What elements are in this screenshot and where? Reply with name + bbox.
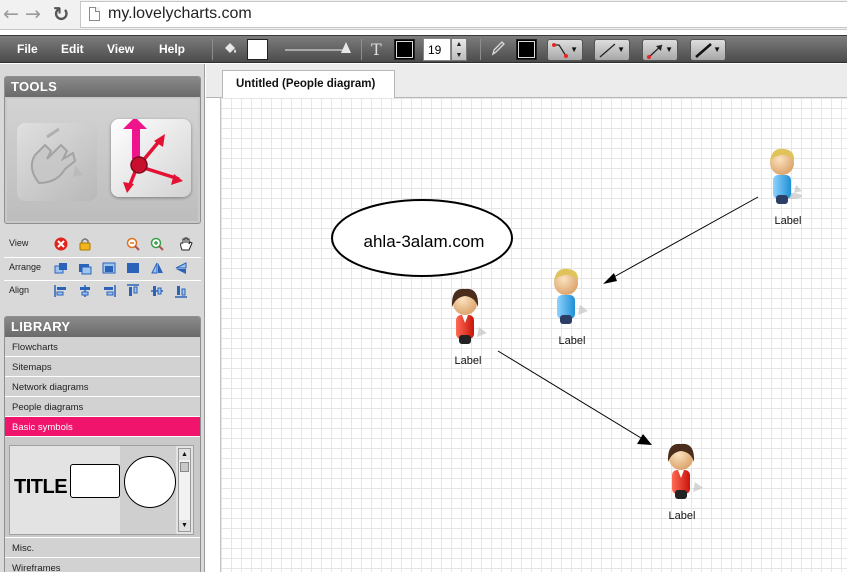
menu-edit[interactable]: Edit [61, 42, 84, 56]
library-preview: TITLE ▲ ▼ [9, 445, 194, 535]
library-panel: LIBRARY Flowcharts Sitemaps Network diag… [4, 316, 201, 572]
send-to-back-icon[interactable] [126, 261, 140, 275]
view-row: View [4, 234, 201, 256]
person-label[interactable]: Label [542, 335, 602, 347]
library-item-network-diagrams[interactable]: Network diagrams [5, 377, 200, 397]
chevron-down-icon: ▼ [713, 45, 721, 54]
person-label[interactable]: Label [652, 510, 712, 522]
bring-forward-icon[interactable] [54, 261, 68, 275]
font-size-stepper[interactable]: ▲ ▼ [451, 38, 467, 61]
person-female-icon[interactable] [667, 443, 703, 499]
circle-shape[interactable] [124, 456, 176, 508]
scroll-up-icon[interactable]: ▲ [179, 449, 190, 460]
menu-help[interactable]: Help [159, 42, 185, 56]
align-left-icon[interactable] [54, 284, 68, 298]
send-backward-icon[interactable] [102, 261, 116, 275]
align-right-icon[interactable] [102, 284, 116, 298]
fill-color-swatch[interactable] [247, 39, 268, 60]
tools-panel: TOOLS [4, 76, 201, 224]
move-tool[interactable] [111, 117, 191, 197]
title-shape[interactable]: TITLE [14, 476, 68, 499]
align-bottom-icon[interactable] [174, 284, 188, 298]
line-weight-icon [695, 43, 712, 58]
text-icon: T [371, 40, 382, 59]
flip-horizontal-icon[interactable] [174, 261, 188, 275]
page-icon [89, 7, 100, 21]
flip-vertical-icon[interactable] [150, 261, 164, 275]
chevron-down-icon: ▼ [665, 45, 673, 54]
connector-arrow[interactable] [603, 196, 759, 284]
app-toolbar: File Edit View Help T 19 ▲ ▼ ▼ ▼ ▼ ▼ [0, 35, 847, 63]
rectangle-shape[interactable] [70, 464, 120, 498]
diagram-canvas[interactable]: ahla-3alam.com Label Label Label Label [220, 98, 847, 572]
library-item-sitemaps[interactable]: Sitemaps [5, 357, 200, 377]
person-label[interactable]: Label [438, 355, 498, 367]
library-item-flowcharts[interactable]: Flowcharts [5, 337, 200, 357]
tab-document[interactable]: Untitled (People diagram) [222, 70, 395, 98]
scroll-down-icon[interactable]: ▼ [179, 520, 190, 531]
toolbar-separator [480, 39, 481, 60]
move-arrows-icon [123, 117, 183, 193]
library-item-wireframes[interactable]: Wireframes [5, 557, 200, 572]
view-row-label: View [9, 238, 29, 248]
line-width-slider[interactable] [285, 49, 347, 51]
align-row: Align [4, 281, 201, 303]
text-color-swatch[interactable] [394, 39, 415, 60]
diagram-svg [331, 148, 802, 499]
zoom-in-icon[interactable] [150, 237, 164, 251]
slider-thumb[interactable] [341, 42, 351, 53]
library-header: LIBRARY [5, 317, 200, 337]
hand-icon [30, 127, 83, 185]
chevron-down-icon: ▼ [570, 45, 578, 54]
pencil-icon [491, 40, 505, 60]
paint-bucket-icon[interactable] [222, 40, 238, 60]
arrange-row: Arrange [4, 258, 201, 280]
toolbar-separator [212, 39, 213, 60]
chevron-down-icon: ▼ [617, 45, 625, 54]
back-arrow-icon[interactable]: ← [0, 3, 22, 25]
zoom-out-icon[interactable] [126, 237, 140, 251]
tools-art [7, 99, 198, 221]
align-row-label: Align [9, 285, 30, 295]
reload-icon[interactable]: ↻ [50, 3, 72, 25]
bring-to-front-icon[interactable] [78, 261, 92, 275]
library-item-misc[interactable]: Misc. [5, 537, 200, 557]
arrow-head-button[interactable]: ▼ [642, 39, 678, 61]
url-text: my.lovelycharts.com [108, 5, 252, 22]
forward-arrow-icon[interactable]: → [22, 3, 44, 25]
line-color-swatch[interactable] [516, 39, 537, 60]
library-scrollbar[interactable]: ▲ ▼ [178, 448, 191, 532]
lock-icon[interactable] [78, 237, 92, 251]
person-label[interactable]: Label [758, 215, 818, 227]
ellipse-text[interactable]: ahla-3alam.com [333, 232, 515, 252]
connector-arrow[interactable] [497, 350, 652, 445]
connector-style-button[interactable]: ▼ [547, 39, 583, 61]
library-item-basic-symbols[interactable]: Basic symbols [5, 417, 200, 437]
line-style-button[interactable]: ▼ [594, 39, 630, 61]
align-center-icon[interactable] [78, 284, 92, 298]
connector-icon [552, 43, 568, 58]
arrow-head-icon [647, 44, 663, 59]
toolbar-separator [361, 39, 362, 60]
font-size-input[interactable]: 19 [423, 38, 451, 61]
address-bar[interactable]: my.lovelycharts.com [80, 1, 847, 28]
hand-tool[interactable] [17, 123, 97, 201]
line-weight-button[interactable]: ▼ [690, 39, 726, 61]
delete-icon[interactable] [54, 237, 68, 251]
library-item-people-diagrams[interactable]: People diagrams [5, 397, 200, 417]
align-top-icon[interactable] [126, 284, 140, 298]
line-style-icon [599, 43, 616, 58]
scroll-thumb[interactable] [180, 462, 189, 472]
align-middle-icon[interactable] [150, 284, 164, 298]
arrange-row-label: Arrange [9, 262, 42, 272]
pan-hand-icon[interactable] [178, 236, 194, 252]
menu-file[interactable]: File [17, 42, 38, 56]
browser-bar: ← → ↻ my.lovelycharts.com [0, 0, 847, 30]
left-panel: TOOLS View Arrange Align LIBRARY Flowcha… [0, 64, 205, 572]
menu-view[interactable]: View [107, 42, 134, 56]
person-female-icon[interactable] [451, 288, 487, 344]
person-male-icon[interactable] [554, 268, 588, 324]
tools-header: TOOLS [5, 77, 200, 97]
person-male-icon[interactable] [770, 148, 802, 204]
